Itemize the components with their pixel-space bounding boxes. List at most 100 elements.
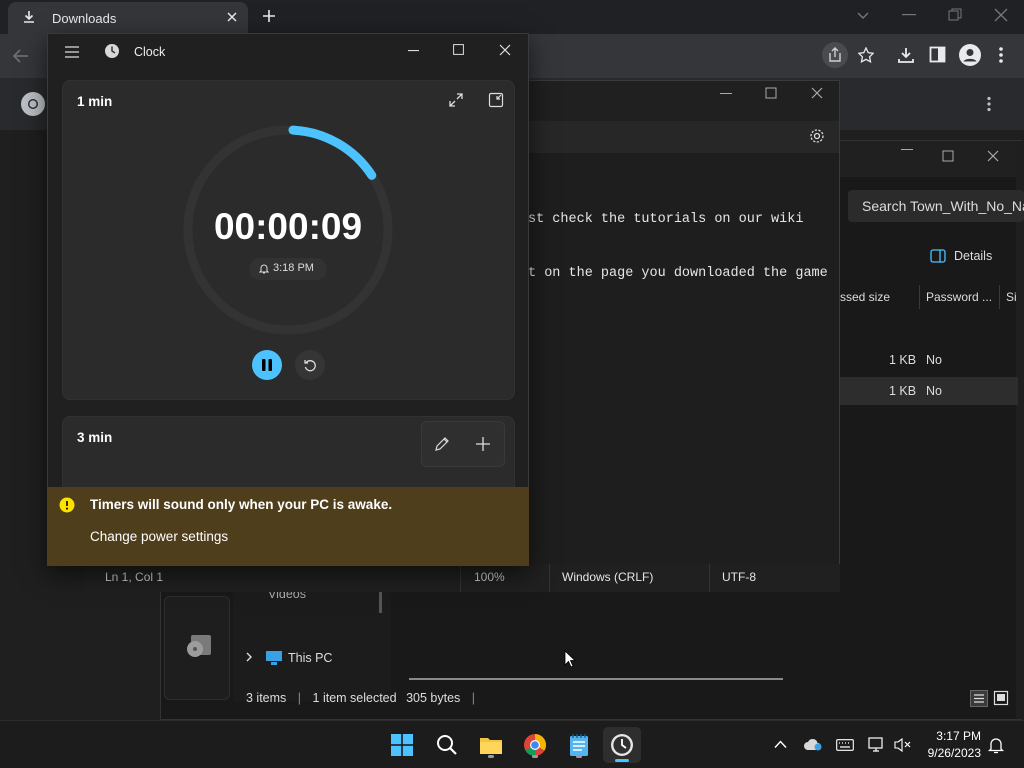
cell-password: No bbox=[926, 384, 942, 398]
back-arrow-icon[interactable] bbox=[12, 47, 30, 65]
search-button[interactable] bbox=[431, 729, 463, 761]
edit-pencil-icon[interactable] bbox=[434, 436, 450, 452]
vertical-scrollbar[interactable] bbox=[1016, 141, 1022, 719]
large-icons-view-icon[interactable] bbox=[993, 690, 1009, 706]
clock-window-title: Clock bbox=[134, 45, 166, 59]
power-warning-banner: Timers will sound only when your PC is a… bbox=[47, 487, 529, 566]
details-view-icon[interactable] bbox=[970, 690, 988, 707]
restore-icon[interactable] bbox=[948, 8, 962, 22]
table-row-selected[interactable]: 1 KB No bbox=[840, 377, 1018, 405]
column-password[interactable]: Password ... bbox=[926, 290, 992, 304]
bell-icon bbox=[259, 263, 269, 274]
table-row[interactable]: 1 KB No bbox=[840, 346, 1018, 374]
notification-bell-icon[interactable] bbox=[988, 736, 1004, 754]
reset-button[interactable] bbox=[295, 350, 325, 380]
taskbar-date[interactable]: 9/26/2023 bbox=[917, 746, 981, 760]
tray-chevron-up-icon[interactable] bbox=[774, 740, 787, 749]
clock-app-icon bbox=[104, 43, 120, 59]
explorer-close-icon[interactable] bbox=[987, 150, 999, 162]
status-items: 3 items bbox=[246, 691, 287, 705]
warning-icon bbox=[59, 497, 75, 513]
clock-close-icon[interactable] bbox=[499, 44, 511, 56]
profile-avatar-icon[interactable] bbox=[959, 44, 981, 66]
text-line bbox=[528, 233, 828, 260]
keyboard-icon[interactable] bbox=[836, 739, 854, 751]
clock-minimize-icon[interactable] bbox=[408, 50, 419, 52]
new-tab-icon[interactable] bbox=[262, 9, 276, 23]
onedrive-icon[interactable] bbox=[803, 737, 823, 751]
close-icon[interactable] bbox=[994, 8, 1008, 22]
volume-muted-icon[interactable] bbox=[893, 737, 911, 753]
details-button[interactable]: Details bbox=[954, 249, 992, 263]
explorer-maximize-icon[interactable] bbox=[942, 150, 954, 162]
explorer-status-bar: 3 items | 1 item selected 305 bytes | bbox=[246, 691, 476, 705]
change-power-settings-link[interactable]: Change power settings bbox=[90, 529, 228, 544]
status-line-ending[interactable]: Windows (CRLF) bbox=[562, 570, 653, 584]
taskbar-chrome[interactable] bbox=[519, 729, 551, 761]
side-panel-icon[interactable] bbox=[929, 46, 946, 63]
tab-close-icon[interactable] bbox=[226, 11, 238, 23]
nav-this-pc[interactable]: This PC bbox=[288, 651, 332, 665]
column-divider[interactable] bbox=[999, 285, 1000, 309]
taskbar-notepad[interactable] bbox=[563, 729, 595, 761]
taskbar-clock[interactable] bbox=[603, 727, 641, 763]
status-bytes: 305 bytes bbox=[406, 691, 461, 705]
settings-gear-icon[interactable] bbox=[809, 128, 825, 144]
chrome-tab-downloads[interactable]: Downloads bbox=[8, 2, 248, 34]
taskbar: 3:17 PM 9/26/2023 bbox=[0, 720, 1024, 768]
notepad-maximize-icon[interactable] bbox=[765, 87, 777, 99]
status-selected: 1 item selected bbox=[312, 691, 397, 705]
notepad-text: st check the tutorials on our wiki t on t… bbox=[528, 206, 828, 287]
navigation-pane: Videos This PC bbox=[233, 581, 391, 701]
notepad-minimize-icon[interactable] bbox=[720, 93, 732, 95]
taskbar-file-explorer[interactable] bbox=[475, 729, 507, 761]
status-cursor-position: Ln 1, Col 1 bbox=[105, 570, 164, 584]
start-button[interactable] bbox=[386, 729, 418, 761]
alarm-time: 3:18 PM bbox=[273, 262, 314, 274]
text-line: st check the tutorials on our wiki bbox=[528, 212, 804, 227]
taskbar-time[interactable]: 3:17 PM bbox=[927, 729, 981, 743]
status-zoom[interactable]: 100% bbox=[474, 570, 505, 584]
menu-kebab-icon[interactable] bbox=[998, 46, 1004, 64]
column-divider[interactable] bbox=[919, 285, 920, 309]
folder-icon bbox=[479, 735, 503, 755]
details-pane-icon[interactable] bbox=[930, 249, 946, 263]
cell-password: No bbox=[926, 353, 942, 367]
network-monitor-icon[interactable] bbox=[868, 737, 886, 753]
active-indicator bbox=[615, 759, 629, 762]
chrome-tab-title: Downloads bbox=[52, 11, 117, 26]
horizontal-scrollbar[interactable] bbox=[409, 678, 783, 680]
add-timer-icon[interactable] bbox=[475, 436, 491, 452]
chevron-down-icon[interactable] bbox=[856, 8, 870, 22]
explorer-search-input[interactable]: Search Town_With_No_Na bbox=[848, 190, 1024, 222]
clock-icon bbox=[610, 733, 634, 757]
this-pc-icon bbox=[265, 650, 283, 666]
expand-icon[interactable] bbox=[448, 92, 464, 108]
timer-label: 3 min bbox=[77, 430, 113, 445]
cell-size: 1 KB bbox=[889, 384, 917, 398]
keep-on-top-icon[interactable] bbox=[488, 92, 504, 108]
pause-icon bbox=[262, 359, 272, 371]
timer-progress-arc bbox=[288, 125, 377, 180]
drive-thumbnail[interactable] bbox=[164, 596, 230, 700]
download-icon bbox=[22, 10, 36, 24]
alarm-chip: 3:18 PM bbox=[249, 258, 327, 280]
timer-card-1[interactable]: 1 min 00:00:09 3:18 PM bbox=[62, 80, 515, 400]
pause-button[interactable] bbox=[252, 350, 282, 380]
clock-maximize-icon[interactable] bbox=[453, 44, 464, 55]
windows-logo-icon bbox=[391, 734, 413, 756]
bookmark-star-icon[interactable] bbox=[858, 47, 874, 63]
explorer-minimize-icon[interactable] bbox=[901, 149, 913, 151]
downloads-icon[interactable] bbox=[897, 46, 915, 64]
minimize-icon[interactable] bbox=[902, 14, 916, 16]
share-icon[interactable] bbox=[822, 42, 848, 68]
column-size[interactable]: Si bbox=[1006, 290, 1017, 304]
notepad-close-icon[interactable] bbox=[811, 87, 823, 99]
hamburger-menu-icon[interactable] bbox=[64, 46, 80, 58]
status-encoding[interactable]: UTF-8 bbox=[722, 570, 756, 584]
chrome-icon bbox=[523, 733, 547, 757]
chevron-right-icon[interactable] bbox=[245, 652, 253, 662]
column-compressed-size[interactable]: ssed size bbox=[840, 290, 890, 304]
downloads-menu-icon[interactable] bbox=[986, 96, 992, 112]
mouse-cursor-icon bbox=[564, 650, 576, 668]
